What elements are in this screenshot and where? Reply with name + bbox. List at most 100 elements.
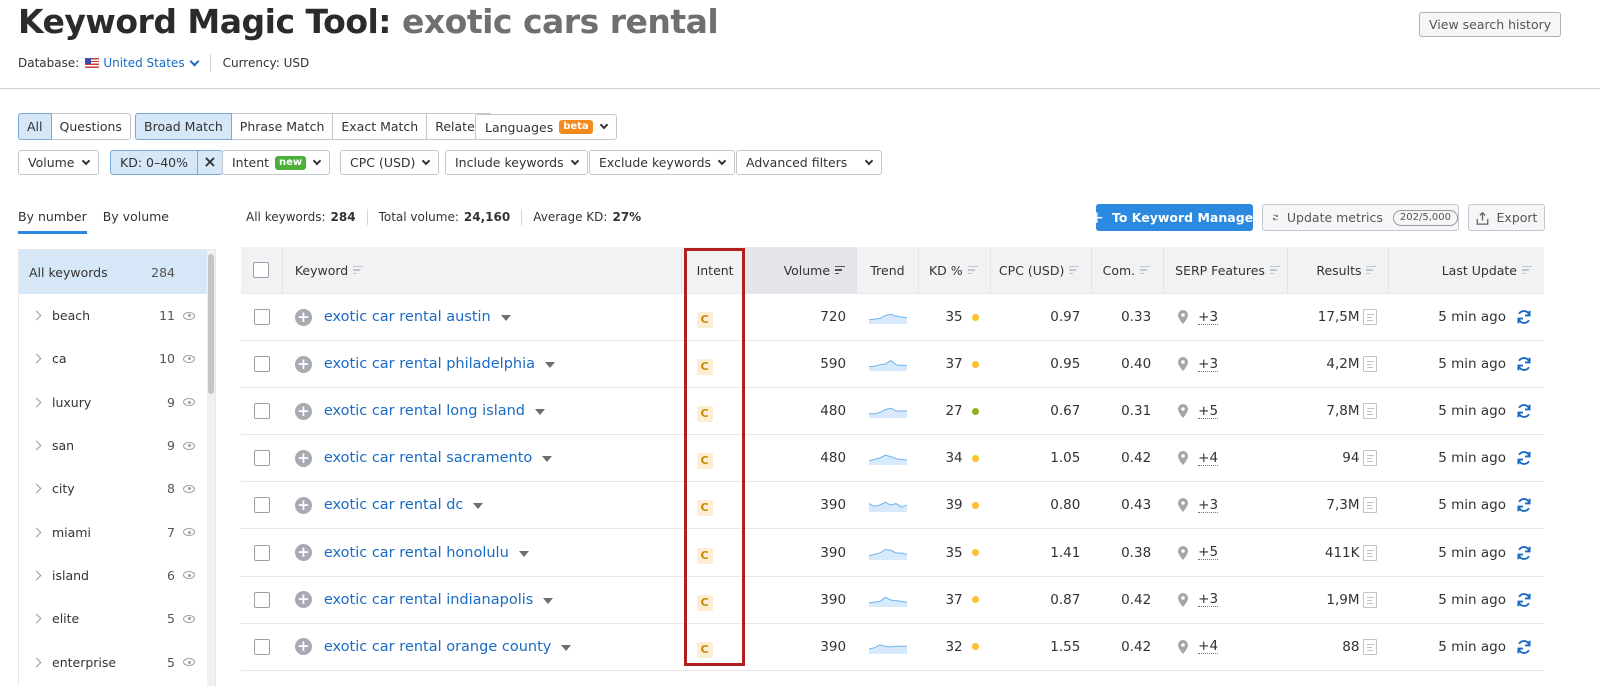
keyword-link[interactable]: exotic car rental long island (324, 403, 525, 419)
chevron-right-icon[interactable] (31, 310, 42, 321)
chevron-right-icon[interactable] (31, 657, 42, 667)
sidebar-item-san[interactable]: san 9 (19, 424, 215, 467)
eye-icon[interactable] (183, 354, 195, 363)
advanced-filters-dropdown[interactable]: Advanced filters (736, 150, 882, 175)
caret-down-icon[interactable] (543, 597, 554, 604)
add-keyword-icon[interactable]: + (294, 496, 312, 514)
tab-by-volume[interactable]: By volume (103, 209, 169, 234)
view-search-history-button[interactable]: View search history (1419, 12, 1562, 37)
tab-phrase-match[interactable]: Phrase Match (231, 113, 334, 140)
caret-down-icon[interactable] (473, 503, 484, 510)
chevron-right-icon[interactable] (31, 613, 42, 624)
sidebar-scrollbar[interactable] (207, 250, 215, 686)
more-serp-features-link[interactable]: +3 (1198, 498, 1219, 513)
serp-snapshot-icon[interactable] (1363, 591, 1378, 608)
row-checkbox[interactable] (253, 403, 270, 420)
sidebar-item-enterprise[interactable]: enterprise 5 (19, 640, 215, 683)
eye-icon[interactable] (183, 658, 195, 667)
tab-exact-match[interactable]: Exact Match (333, 113, 428, 140)
refresh-icon[interactable] (1516, 309, 1532, 325)
serp-snapshot-icon[interactable] (1363, 638, 1378, 655)
column-kd[interactable]: KD % (919, 247, 991, 293)
eye-icon[interactable] (183, 571, 195, 580)
refresh-icon[interactable] (1516, 497, 1532, 513)
column-serp-features[interactable]: SERP Features (1164, 247, 1288, 293)
sidebar-item-city[interactable]: city 8 (19, 467, 215, 510)
add-keyword-icon[interactable]: + (294, 355, 312, 373)
sidebar-item-beach[interactable]: beach 11 (19, 294, 215, 337)
caret-down-icon[interactable] (500, 315, 511, 322)
tab-all[interactable]: All (18, 113, 52, 140)
eye-icon[interactable] (183, 484, 195, 493)
refresh-icon[interactable] (1516, 356, 1532, 372)
serp-snapshot-icon[interactable] (1363, 403, 1378, 420)
caret-down-icon[interactable] (561, 644, 572, 651)
refresh-icon[interactable] (1516, 545, 1532, 561)
keyword-link[interactable]: exotic car rental sacramento (324, 450, 532, 466)
serp-snapshot-icon[interactable] (1363, 497, 1378, 514)
sidebar-item-ca[interactable]: ca 10 (19, 337, 215, 380)
row-checkbox[interactable] (253, 309, 270, 326)
tab-broad-match[interactable]: Broad Match (135, 113, 232, 140)
select-all-checkbox[interactable] (253, 262, 270, 278)
keyword-link[interactable]: exotic car rental orange county (324, 639, 552, 655)
eye-icon[interactable] (183, 398, 195, 407)
eye-icon[interactable] (183, 441, 195, 450)
exclude-keywords-filter[interactable]: Exclude keywords (589, 150, 736, 175)
more-serp-features-link[interactable]: +5 (1198, 404, 1219, 419)
cpc-filter[interactable]: CPC (USD) (340, 150, 440, 175)
chevron-right-icon[interactable] (31, 397, 42, 408)
sidebar-item-luxury[interactable]: luxury 9 (19, 381, 215, 424)
add-keyword-icon[interactable]: + (294, 591, 312, 609)
caret-down-icon[interactable] (518, 550, 529, 557)
eye-icon[interactable] (183, 528, 195, 537)
sidebar-item-elite[interactable]: elite 5 (19, 597, 215, 640)
refresh-icon[interactable] (1516, 450, 1532, 466)
serp-snapshot-icon[interactable] (1363, 309, 1378, 326)
refresh-icon[interactable] (1516, 639, 1532, 655)
keyword-link[interactable]: exotic car rental dc (324, 497, 464, 513)
keyword-link[interactable]: exotic car rental indianapolis (324, 592, 533, 608)
column-last-update[interactable]: Last Update (1389, 247, 1544, 293)
eye-icon[interactable] (183, 311, 195, 320)
kd-filter-label[interactable]: KD: 0–40% (111, 151, 197, 174)
serp-snapshot-icon[interactable] (1363, 450, 1378, 467)
sidebar-item-miami[interactable]: miami 7 (19, 510, 215, 553)
sidebar-item-all-keywords[interactable]: All keywords 284 (19, 250, 215, 294)
chevron-right-icon[interactable] (31, 483, 42, 494)
sidebar-scrollbar-thumb[interactable] (208, 254, 214, 394)
export-button[interactable]: Export (1468, 204, 1545, 231)
update-metrics-button[interactable]: Update metrics 202/5,000 (1262, 204, 1459, 231)
chevron-right-icon[interactable] (31, 353, 42, 364)
chevron-right-icon[interactable] (31, 440, 42, 451)
caret-down-icon[interactable] (542, 456, 553, 463)
column-results[interactable]: Results (1288, 247, 1390, 293)
row-checkbox[interactable] (253, 450, 270, 467)
keyword-link[interactable]: exotic car rental honolulu (324, 545, 509, 561)
sidebar-item-island[interactable]: island 6 (19, 554, 215, 597)
languages-dropdown[interactable]: Languages beta (475, 114, 617, 140)
column-volume[interactable]: Volume (743, 247, 858, 293)
eye-icon[interactable] (183, 614, 195, 623)
volume-filter[interactable]: Volume (18, 150, 99, 175)
chevron-right-icon[interactable] (31, 527, 42, 538)
database-selector[interactable]: United States (103, 56, 200, 70)
add-keyword-icon[interactable]: + (294, 449, 312, 467)
refresh-icon[interactable] (1516, 592, 1532, 608)
column-cpc[interactable]: CPC (USD) (991, 247, 1093, 293)
more-serp-features-link[interactable]: +5 (1198, 545, 1219, 561)
serp-snapshot-icon[interactable] (1363, 544, 1378, 561)
caret-down-icon[interactable] (545, 362, 556, 369)
more-serp-features-link[interactable]: +4 (1198, 639, 1219, 655)
add-keyword-icon[interactable]: + (294, 544, 312, 562)
include-keywords-filter[interactable]: Include keywords (445, 150, 588, 175)
row-checkbox[interactable] (253, 356, 270, 373)
keyword-link[interactable]: exotic car rental austin (324, 309, 491, 325)
more-serp-features-link[interactable]: +4 (1198, 451, 1219, 466)
column-keyword[interactable]: Keyword (283, 247, 682, 293)
more-serp-features-link[interactable]: +3 (1198, 592, 1219, 608)
row-checkbox[interactable] (253, 638, 270, 655)
add-keyword-icon[interactable]: + (294, 308, 312, 326)
refresh-icon[interactable] (1516, 403, 1532, 419)
intent-filter[interactable]: Intent new (222, 150, 331, 175)
